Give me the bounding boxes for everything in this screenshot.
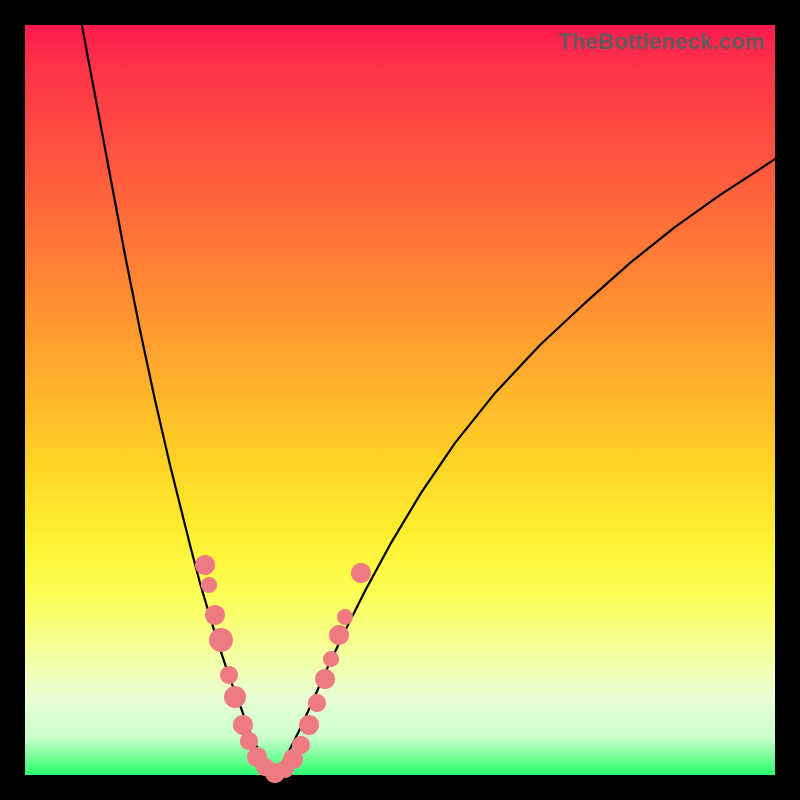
dots-group [195,555,371,783]
bottleneck-plot [25,25,775,775]
data-dot [315,669,335,689]
data-dot [195,555,215,575]
data-dot [299,715,319,735]
data-dot [323,651,339,667]
chart-frame: TheBottleneck.com [25,25,775,775]
curve-group [80,15,775,773]
data-dot [220,666,238,684]
data-dot [329,625,349,645]
data-dot [201,577,217,593]
data-dot [224,686,246,708]
data-dot [292,736,310,754]
data-dot [337,609,353,625]
data-dot [351,563,371,583]
curve-right [275,159,775,773]
data-dot [308,694,326,712]
data-dot [205,605,225,625]
data-dot [233,715,253,735]
data-dot [209,628,233,652]
curve-left [80,15,275,773]
